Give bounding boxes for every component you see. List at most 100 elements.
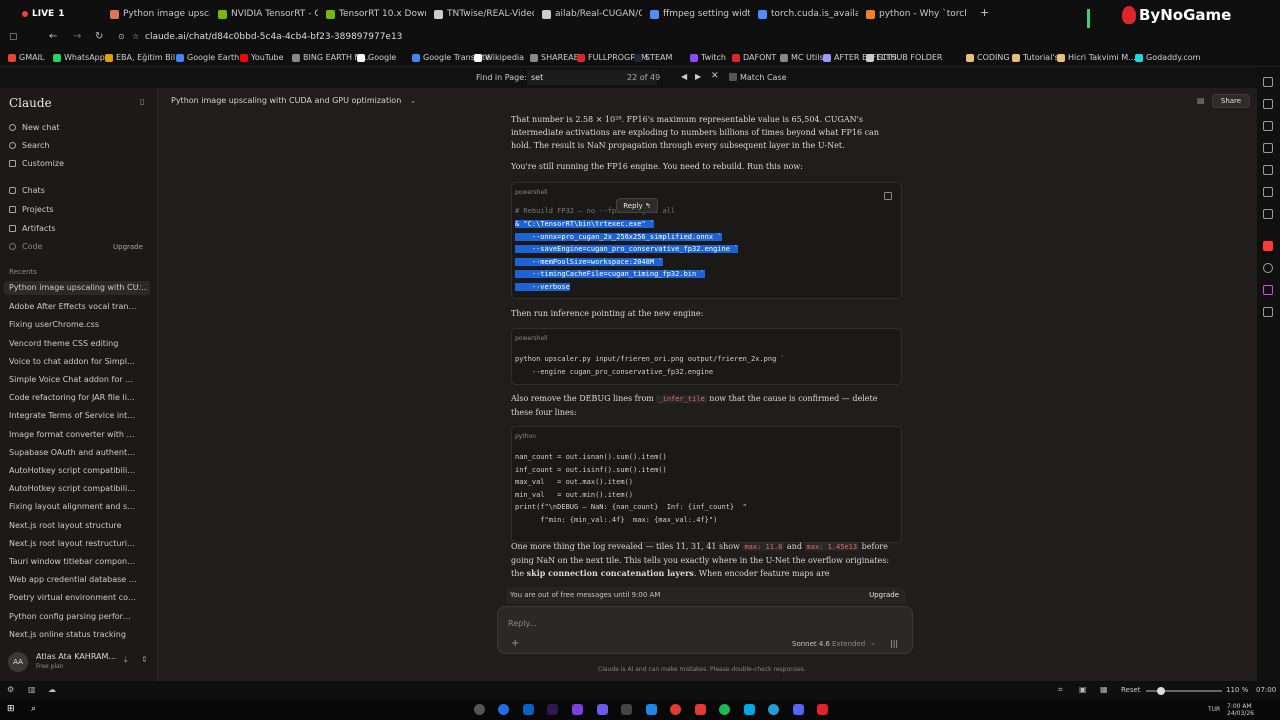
youtube-rail-icon[interactable] bbox=[1263, 241, 1273, 251]
bookmark[interactable]: Hicri Takvimi M... bbox=[1057, 53, 1136, 62]
recent-chat-item[interactable]: Code refactoring for JAR file listi... bbox=[9, 393, 137, 402]
rail-icon-2[interactable] bbox=[1263, 99, 1273, 109]
bookmark[interactable]: DAFONT bbox=[732, 53, 776, 62]
url-field[interactable]: claude.ai/chat/d84c0bbd-5c4a-4cb4-bf23-3… bbox=[145, 32, 402, 42]
recent-chat-item[interactable]: Next.js online status tracking bbox=[9, 630, 137, 639]
bookmark[interactable]: GMAIL bbox=[8, 53, 44, 62]
system-clock[interactable]: 7:00 AM 24/03/26 bbox=[1227, 703, 1254, 717]
windows-start-icon[interactable]: ⊞ bbox=[7, 704, 18, 715]
vscode-icon[interactable] bbox=[744, 704, 755, 715]
reply-input[interactable] bbox=[508, 616, 768, 630]
taskbar-app-icon[interactable] bbox=[474, 704, 485, 715]
messenger-icon[interactable] bbox=[498, 704, 509, 715]
zoom-reset-button[interactable]: Reset bbox=[1121, 686, 1141, 694]
recent-chat-item[interactable]: AutoHotkey script compatibility ... bbox=[9, 484, 137, 493]
recent-chat-item[interactable]: Image format converter with Tau... bbox=[9, 430, 137, 439]
cloud-icon[interactable]: ☁ bbox=[48, 685, 56, 694]
recent-chat-item[interactable]: Fixing userChrome.css bbox=[9, 320, 137, 329]
reload-icon[interactable]: ↻ bbox=[95, 31, 103, 42]
image-toggle-icon[interactable]: ▦ bbox=[1100, 685, 1108, 694]
rail-icon-7[interactable] bbox=[1263, 209, 1273, 219]
voice-mode-icon[interactable]: ||| bbox=[890, 639, 898, 648]
nav-artifacts[interactable]: Artifacts bbox=[9, 224, 56, 233]
bookmark[interactable]: Google bbox=[357, 53, 396, 62]
new-tab-icon[interactable]: + bbox=[980, 6, 989, 19]
claude-logo[interactable]: Claude bbox=[9, 96, 52, 110]
bookmark[interactable]: Wikipedia bbox=[474, 53, 524, 62]
add-attachment-icon[interactable]: + bbox=[511, 638, 519, 649]
recent-chat-item[interactable]: Fixing layout alignment and scrol... bbox=[9, 502, 137, 511]
chat-options-icon[interactable]: ··· bbox=[134, 282, 142, 291]
find-next-icon[interactable]: ▶ bbox=[695, 72, 701, 81]
telegram-icon[interactable] bbox=[768, 704, 779, 715]
instagram-rail-icon[interactable] bbox=[1263, 285, 1273, 295]
recent-chat-item[interactable]: Simple Voice Chat addon for Neo... bbox=[9, 375, 137, 384]
document-icon[interactable]: ▤ bbox=[1197, 96, 1205, 105]
forward-icon[interactable]: → bbox=[73, 31, 81, 42]
browser-tab[interactable]: Python image upscaling wi bbox=[110, 5, 210, 23]
download-icon[interactable]: ⤓ bbox=[124, 655, 128, 665]
rail-icon-9[interactable] bbox=[1263, 263, 1273, 273]
recent-chat-item[interactable]: Adobe After Effects vocal transc... bbox=[9, 302, 137, 311]
copy-icon[interactable] bbox=[884, 192, 892, 200]
bookmark[interactable]: YouTube bbox=[240, 53, 284, 62]
input-language[interactable]: TUR bbox=[1208, 706, 1220, 713]
recent-chat-item[interactable]: Next.js root layout restructuring bbox=[9, 539, 137, 548]
bookmark[interactable]: Twitch bbox=[690, 53, 726, 62]
nav-new-chat[interactable]: New chat bbox=[9, 123, 60, 132]
bookmark[interactable]: Godaddy.com bbox=[1135, 53, 1200, 62]
find-close-icon[interactable]: ✕ bbox=[711, 71, 719, 81]
collapse-sidebar-icon[interactable]: ▯ bbox=[140, 97, 144, 106]
taskbar-app-icon[interactable] bbox=[621, 704, 632, 715]
rail-icon-4[interactable] bbox=[1263, 143, 1273, 153]
bookmark[interactable]: STEAM bbox=[634, 53, 672, 62]
rail-icon-5[interactable] bbox=[1263, 165, 1273, 175]
browser-tab[interactable]: NVIDIA TensorRT - Google bbox=[218, 5, 318, 23]
browser-tab[interactable]: TNTwise/REAL-Video-Enha bbox=[434, 5, 534, 23]
recent-chat-item[interactable]: Vencord theme CSS editing bbox=[9, 339, 137, 348]
browser-tab[interactable]: torch.cuda.is_available() fal bbox=[758, 5, 858, 23]
bookmark[interactable]: MC Utils bbox=[780, 53, 824, 62]
mode-label[interactable]: Extended bbox=[832, 640, 865, 648]
recent-chat-item[interactable]: Python image upscaling with CUDA and GPU… bbox=[4, 281, 150, 295]
zoom-slider-knob[interactable] bbox=[1157, 687, 1166, 695]
photoshop-icon[interactable] bbox=[523, 704, 534, 715]
panel-icon[interactable]: ▥ bbox=[28, 685, 36, 694]
bookmark[interactable]: WhatsApp bbox=[53, 53, 105, 62]
find-prev-icon[interactable]: ◀ bbox=[681, 72, 687, 81]
rail-icon-1[interactable] bbox=[1263, 77, 1273, 87]
site-info-icon[interactable]: ⊙ bbox=[118, 32, 125, 41]
discord-icon[interactable] bbox=[793, 704, 804, 715]
rail-icon-6[interactable] bbox=[1263, 187, 1273, 197]
bookmark[interactable]: EBA, Eğitim Bil... bbox=[105, 53, 183, 62]
premiere-icon[interactable] bbox=[572, 704, 583, 715]
settings-icon[interactable]: ⚙ bbox=[7, 685, 14, 694]
spotify-icon[interactable] bbox=[719, 704, 730, 715]
tiling-icon[interactable]: ▣ bbox=[1079, 685, 1087, 694]
bookmark[interactable]: Google Earth bbox=[176, 53, 239, 62]
sidebar-toggle-icon[interactable]: ▢ bbox=[9, 32, 18, 42]
nav-code[interactable]: Code bbox=[9, 242, 42, 251]
nav-search[interactable]: Search bbox=[9, 141, 49, 150]
rail-add-icon[interactable] bbox=[1263, 307, 1273, 317]
capture-icon[interactable]: ⌗ bbox=[1058, 685, 1063, 695]
code-upgrade-link[interactable]: Upgrade bbox=[113, 243, 143, 251]
search-icon[interactable]: ⌕ bbox=[31, 704, 42, 715]
browser-tab[interactable]: python - Why `torch.cuda.i bbox=[866, 5, 966, 23]
browser-tab[interactable]: ffmpeg setting width heigh bbox=[650, 5, 750, 23]
zoom-slider[interactable] bbox=[1146, 687, 1222, 695]
reply-tooltip-button[interactable]: Reply ↰ bbox=[616, 198, 658, 213]
back-icon[interactable]: ← bbox=[49, 31, 57, 42]
bookmark[interactable]: SHAREAE bbox=[530, 53, 579, 62]
nav-customize[interactable]: Customize bbox=[9, 159, 64, 168]
conversation-title[interactable]: Python image upscaling with CUDA and GPU… bbox=[171, 96, 417, 105]
taskbar-app-icon[interactable] bbox=[646, 704, 657, 715]
bookmark[interactable]: CODING bbox=[966, 53, 1010, 62]
after-effects-icon[interactable] bbox=[547, 704, 558, 715]
taskbar-app-icon[interactable] bbox=[695, 704, 706, 715]
recent-chat-item[interactable]: Voice to chat addon for Simple V... bbox=[9, 357, 137, 366]
recent-chat-item[interactable]: Web app credential database op... bbox=[9, 575, 137, 584]
browser-tab[interactable]: ailab/Real-CUGAN/Change bbox=[542, 5, 642, 23]
recent-chat-item[interactable]: Integrate Terms of Service into p... bbox=[9, 411, 137, 420]
recent-chat-item[interactable]: Poetry virtual environment confi... bbox=[9, 593, 137, 602]
